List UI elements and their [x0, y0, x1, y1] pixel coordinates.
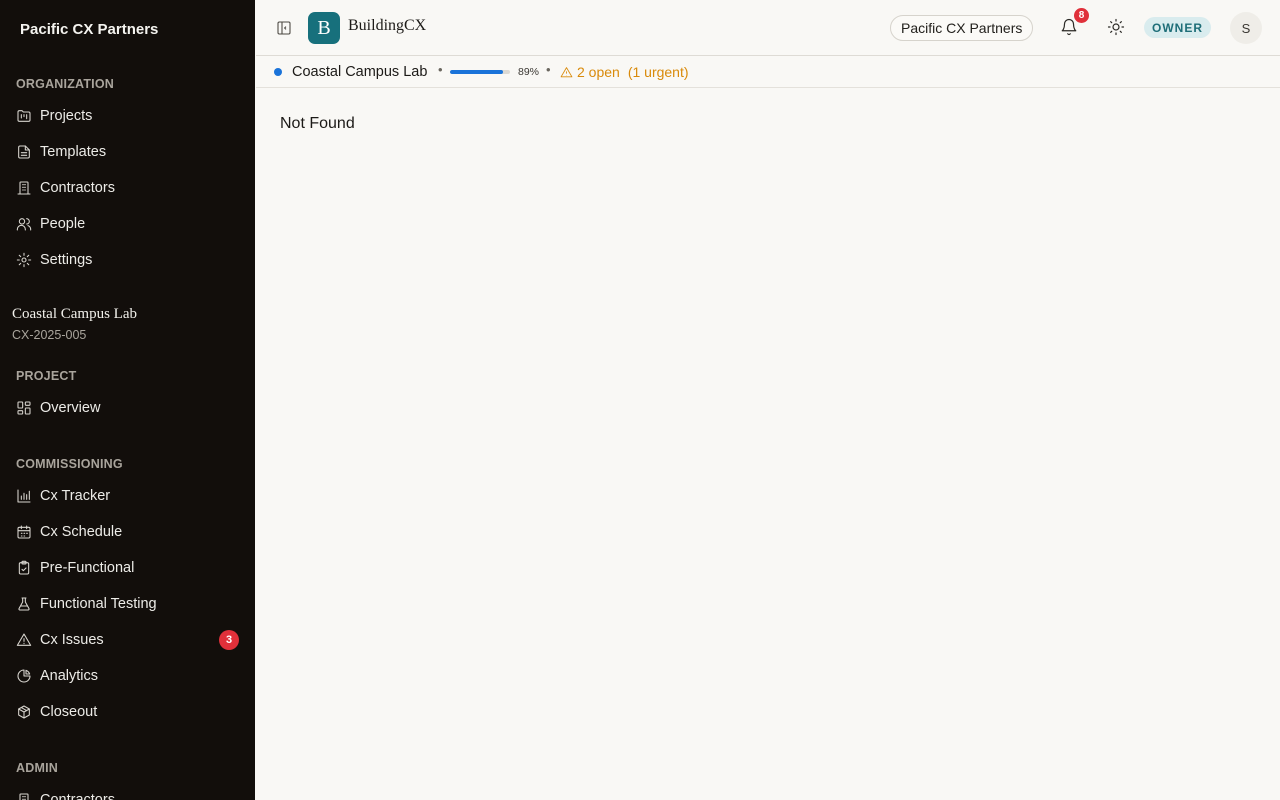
project-status-bar: Coastal Campus Lab • 89% • 2 open (1 urg… [256, 56, 1280, 88]
sidebar-item-label: Pre-Functional [40, 560, 135, 576]
sidebar-item-label: Functional Testing [40, 596, 157, 612]
sidebar-item-label: People [40, 216, 86, 232]
sidebar-item-people[interactable]: People [0, 207, 255, 241]
sidebar-item-label: Overview [40, 400, 101, 416]
section-label-commissioning: COMMISSIONING [16, 457, 123, 471]
user-avatar[interactable]: S [1230, 12, 1262, 44]
sidebar-item-cx-issues[interactable]: Cx Issues 3 [0, 623, 255, 657]
warning-triangle-icon [16, 632, 32, 648]
sidebar-item-label: Contractors [40, 180, 115, 196]
sidebar-item-label: Analytics [40, 668, 99, 684]
package-icon [16, 704, 32, 720]
sun-icon [1107, 18, 1127, 36]
sidebar-item-settings[interactable]: Settings [0, 243, 255, 277]
sidebar-item-label: Closeout [40, 704, 98, 720]
pie-chart-icon [16, 668, 32, 684]
role-badge: OWNER [1144, 17, 1211, 38]
folder-kanban-icon [16, 108, 32, 124]
sidebar-project-code: CX-2025-005 [12, 328, 87, 342]
gear-icon [16, 252, 32, 268]
file-text-icon [16, 144, 32, 160]
sidebar-item-label: Cx Schedule [40, 524, 123, 540]
sidebar-toggle-button[interactable] [274, 18, 294, 38]
sidebar-item-cx-tracker[interactable]: Cx Tracker [0, 479, 255, 513]
sidebar-item-admin-contractors[interactable]: Contractors [0, 783, 255, 800]
sidebar-item-overview[interactable]: Overview [0, 391, 255, 425]
bar-chart-icon [16, 488, 32, 504]
sidebar-item-analytics[interactable]: Analytics [0, 659, 255, 693]
sidebar-item-contractors[interactable]: Contractors [0, 171, 255, 205]
sidebar-item-label: Cx Issues [40, 632, 104, 648]
separator-dot: • [438, 62, 443, 77]
not-found-message: Not Found [280, 115, 355, 132]
theme-toggle-button[interactable] [1107, 18, 1127, 38]
sidebar-item-closeout[interactable]: Closeout [0, 695, 255, 729]
sidebar-item-label: Projects [40, 108, 93, 124]
panel-left-icon [276, 20, 292, 36]
project-progress-fill [450, 70, 504, 74]
urgent-issues-count: (1 urgent) [627, 64, 689, 80]
sidebar: Pacific CX Partners ORGANIZATION Project… [0, 0, 255, 800]
app-brand-name[interactable]: BuildingCX [348, 17, 426, 35]
sidebar-org-name[interactable]: Pacific CX Partners [20, 21, 158, 38]
project-progress-label: 89% [518, 66, 540, 78]
open-issues-link[interactable]: 2 open (1 urgent) [560, 64, 689, 80]
building-icon [16, 180, 32, 196]
project-progress-bar [450, 70, 510, 74]
sidebar-item-label: Cx Tracker [40, 488, 111, 504]
project-status-dot [274, 68, 282, 76]
building-icon [16, 792, 32, 800]
users-icon [16, 216, 32, 232]
separator-dot: • [546, 62, 551, 77]
project-name-link[interactable]: Coastal Campus Lab [292, 64, 427, 80]
section-label-organization: ORGANIZATION [16, 77, 114, 91]
open-issues-count: 2 open [577, 64, 620, 80]
app-logo[interactable]: B [308, 12, 340, 44]
layout-dashboard-icon [16, 400, 32, 416]
notification-count-badge: 8 [1074, 8, 1089, 23]
org-switcher-button[interactable]: Pacific CX Partners [890, 15, 1034, 41]
sidebar-item-label: Settings [40, 252, 93, 268]
sidebar-item-label: Contractors [40, 792, 115, 800]
sidebar-project-name: Coastal Campus Lab [12, 306, 137, 322]
top-bar: B BuildingCX Pacific CX Partners 8 OWNER… [256, 0, 1280, 56]
sidebar-item-templates[interactable]: Templates [0, 135, 255, 169]
sidebar-item-projects[interactable]: Projects [0, 99, 255, 133]
clipboard-check-icon [16, 560, 32, 576]
calendar-icon [16, 524, 32, 540]
sidebar-item-functional-testing[interactable]: Functional Testing [0, 587, 255, 621]
flask-icon [16, 596, 32, 612]
warning-triangle-icon [560, 66, 577, 79]
section-label-project: PROJECT [16, 369, 77, 383]
sidebar-item-label: Templates [40, 144, 107, 160]
cx-issues-count-badge: 3 [219, 630, 239, 650]
sidebar-item-pre-functional[interactable]: Pre-Functional [0, 551, 255, 585]
sidebar-item-cx-schedule[interactable]: Cx Schedule [0, 515, 255, 549]
section-label-admin: ADMIN [16, 761, 58, 775]
